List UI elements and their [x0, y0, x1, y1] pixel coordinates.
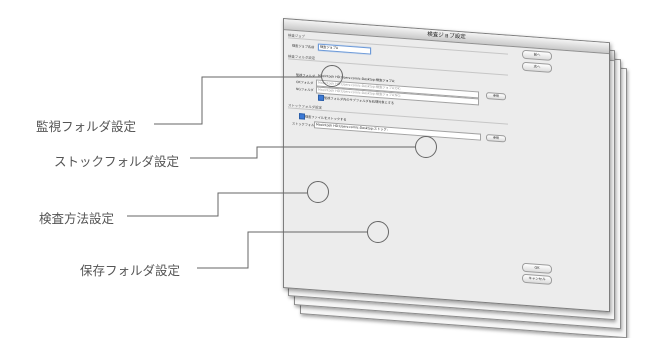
inspection-method-callout: 検査方法設定	[39, 211, 115, 226]
save-folder-callout: 保存フォルダ設定	[80, 263, 181, 278]
stock-folder-callout: ストックフォルダ設定	[54, 154, 180, 169]
monitor-folder-callout: 監視フォルダ設定	[36, 119, 137, 134]
